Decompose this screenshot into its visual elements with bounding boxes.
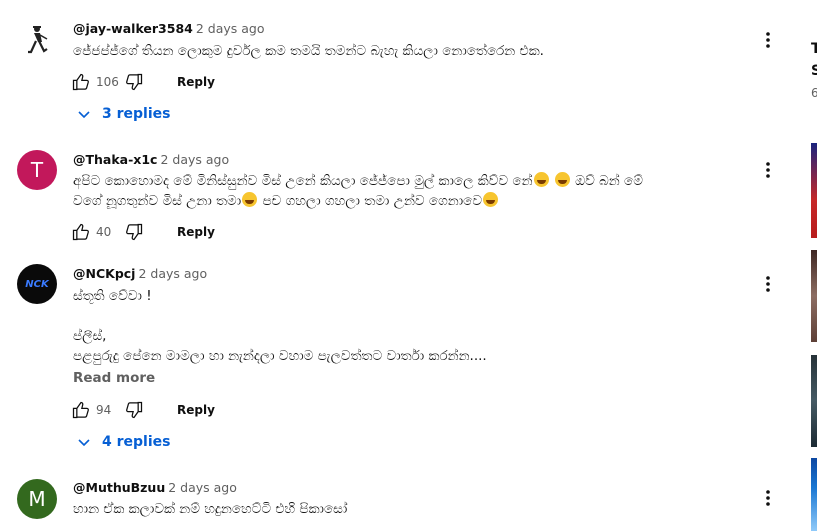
comment-text-line: ප්ලීස්, bbox=[73, 328, 107, 344]
comment-menu-button[interactable] bbox=[760, 158, 776, 182]
replies-toggle[interactable]: 3 replies bbox=[76, 106, 170, 122]
comment-text-line: පළපුරුදු පේනෙ මාමලා හා නැන්දලා වහාම පැලව… bbox=[73, 348, 487, 364]
comment-text: ස්තූති වේවා ! ප්ලීස්, පළපුරුදු පේනෙ මාමල… bbox=[73, 286, 487, 366]
comment-author[interactable]: @NCKpcj bbox=[73, 266, 135, 281]
replies-count: 4 replies bbox=[102, 434, 171, 450]
laughing-emoji-icon bbox=[242, 192, 258, 207]
comment-menu-button[interactable] bbox=[760, 28, 776, 52]
comment-text-line: ස්තූති වේවා ! bbox=[73, 288, 152, 304]
comment-header: @Thaka-x1c 2 days ago bbox=[73, 152, 229, 167]
thumb-up-icon bbox=[72, 73, 89, 91]
comment-thread: @jay-walker3584 2 days ago ජේජප්ජ්ගේ තියන… bbox=[0, 0, 800, 140]
nck-logo-icon: NCK bbox=[25, 278, 49, 290]
like-button[interactable] bbox=[71, 400, 91, 420]
chevron-down-icon bbox=[78, 439, 90, 447]
avatar[interactable]: T bbox=[17, 150, 57, 190]
more-vert-icon bbox=[766, 162, 770, 178]
comment-author[interactable]: @Thaka-x1c bbox=[73, 152, 157, 167]
replies-count: 3 replies bbox=[102, 106, 171, 122]
dislike-button[interactable] bbox=[124, 72, 144, 92]
comment-author[interactable]: @jay-walker3584 bbox=[73, 21, 193, 36]
comment-time[interactable]: 2 days ago bbox=[196, 21, 265, 36]
sidebar-thumbnail[interactable] bbox=[811, 143, 817, 238]
comment-time[interactable]: 2 days ago bbox=[160, 152, 229, 167]
thumb-up-icon bbox=[72, 401, 89, 419]
comment-text-line: ජේජප්ජ්ගේ තියන ලොකුම දුර්වල කම තමයි තමන්… bbox=[73, 43, 544, 59]
comment-thread: M @MuthuBzuu 2 days ago හාන ඒක කලාවක් නම්… bbox=[0, 465, 800, 531]
comment-thread: T @Thaka-x1c 2 days ago අපිට කොහොමද මේ මි… bbox=[0, 140, 800, 250]
comment-text-line: වගේ නූගතුන්ව මිස් උනා තමා bbox=[73, 193, 242, 209]
thumb-up-icon bbox=[72, 223, 89, 241]
laughing-emoji-icon bbox=[533, 172, 549, 187]
laughing-emoji-icon bbox=[483, 192, 499, 207]
dislike-button[interactable] bbox=[124, 222, 144, 242]
avatar[interactable]: M bbox=[17, 479, 57, 519]
reply-button[interactable]: Reply bbox=[177, 403, 215, 417]
comment-author[interactable]: @MuthuBzuu bbox=[73, 480, 165, 495]
laughing-emoji-icon bbox=[554, 172, 570, 187]
thumb-down-icon bbox=[126, 401, 143, 419]
like-count: 94 bbox=[96, 403, 112, 417]
like-button[interactable] bbox=[71, 72, 91, 92]
comment-text: ජේජප්ජ්ගේ තියන ලොකුම දුර්වල කම තමයි තමන්… bbox=[73, 41, 544, 61]
chevron-down-icon bbox=[78, 111, 90, 119]
more-vert-icon bbox=[766, 32, 770, 48]
like-count: 40 bbox=[96, 225, 112, 239]
sidebar-thumbnail[interactable] bbox=[811, 250, 817, 342]
comment-header: @jay-walker3584 2 days ago bbox=[73, 21, 265, 36]
reply-button[interactable]: Reply bbox=[177, 225, 215, 239]
comment-menu-button[interactable] bbox=[760, 486, 776, 510]
comment-header: @MuthuBzuu 2 days ago bbox=[73, 480, 237, 495]
more-vert-icon bbox=[766, 276, 770, 292]
sidebar-thumbnail[interactable] bbox=[811, 355, 817, 447]
sidebar-title-line: S bbox=[811, 63, 817, 79]
comment-thread: NCK @NCKpcj 2 days ago ස්තූති වේවා ! ප්ලී… bbox=[0, 250, 800, 465]
reply-button[interactable]: Reply bbox=[177, 75, 215, 89]
more-vert-icon bbox=[766, 490, 770, 506]
comment-text-line: අපිට කොහොමද මේ මිනිස්සුන්ව මිස් උනේ කියල… bbox=[73, 173, 533, 189]
sidebar-thumbnail[interactable] bbox=[811, 458, 817, 531]
thumb-down-icon bbox=[126, 223, 143, 241]
comment-actions: 94 Reply bbox=[71, 398, 215, 422]
comment-text-line: ඔව් බන් මේ bbox=[575, 173, 643, 189]
like-count: 106 bbox=[96, 75, 119, 89]
comment-header: @NCKpcj 2 days ago bbox=[73, 266, 207, 281]
like-button[interactable] bbox=[71, 222, 91, 242]
replies-toggle[interactable]: 4 replies bbox=[76, 434, 170, 450]
comment-text-line: පච ගහලා ගහලා තමා උන්ව ගෙනාවෙ bbox=[262, 193, 483, 209]
avatar[interactable] bbox=[17, 20, 57, 60]
comment-actions: 106 Reply bbox=[71, 70, 215, 94]
comment-text-line: හාන ඒක කලාවක් නම් හදුනහෙට්ටි එහි පිකාසෝ bbox=[73, 501, 348, 517]
sidebar-video-title[interactable]: T S 6 bbox=[811, 38, 817, 108]
comment-text: අපිට කොහොමද මේ මිනිස්සුන්ව මිස් උනේ කියල… bbox=[73, 171, 643, 211]
thumb-down-icon bbox=[126, 73, 143, 91]
walker-logo-icon bbox=[28, 26, 48, 54]
read-more-link[interactable]: Read more bbox=[73, 370, 155, 386]
avatar[interactable]: NCK bbox=[17, 264, 57, 304]
comment-menu-button[interactable] bbox=[760, 272, 776, 296]
comment-time[interactable]: 2 days ago bbox=[138, 266, 207, 281]
sidebar-title-line: T bbox=[811, 41, 817, 57]
comment-text: හාන ඒක කලාවක් නම් හදුනහෙට්ටි එහි පිකාසෝ bbox=[73, 499, 347, 519]
comment-time[interactable]: 2 days ago bbox=[168, 480, 237, 495]
sidebar-meta-line: 6 bbox=[811, 86, 817, 100]
comment-actions: 40 Reply bbox=[71, 220, 215, 244]
dislike-button[interactable] bbox=[124, 400, 144, 420]
